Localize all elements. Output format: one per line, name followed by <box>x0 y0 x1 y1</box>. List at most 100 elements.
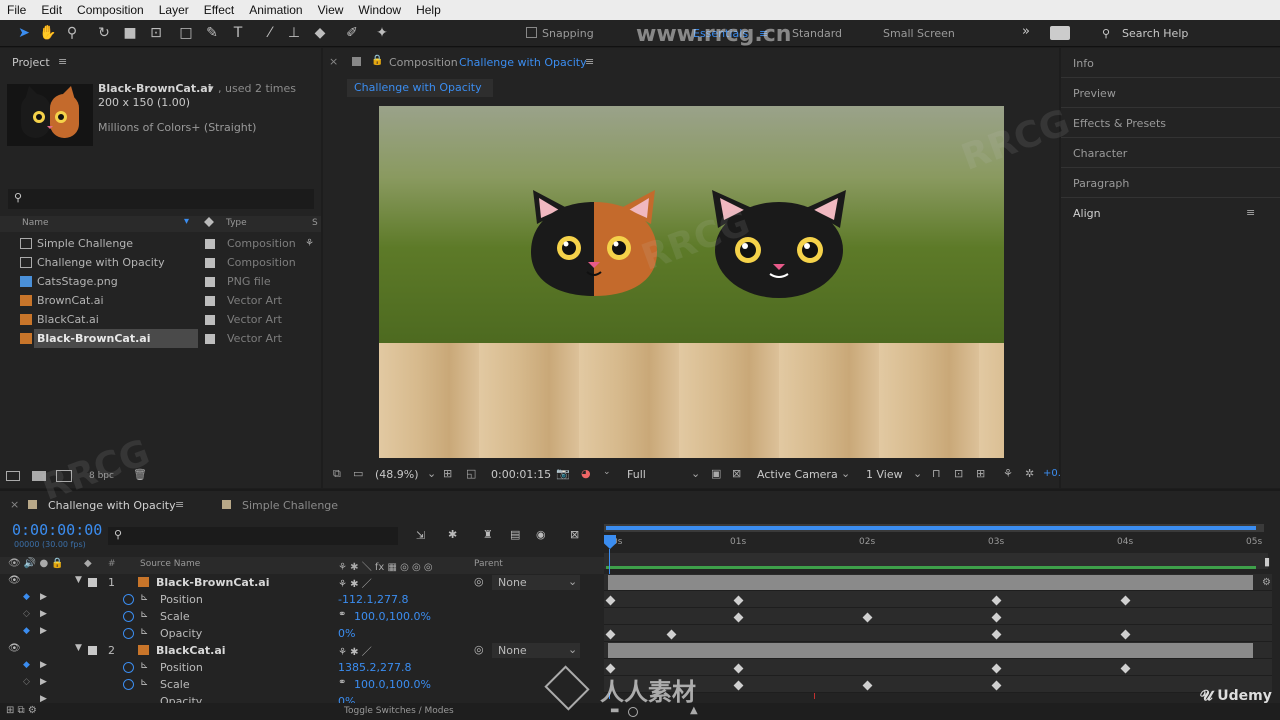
new-composition-icon[interactable] <box>56 470 72 482</box>
parent-select[interactable]: None ⌄ <box>492 643 580 658</box>
tab-challenge-with-opacity[interactable]: Challenge with Opacity <box>48 499 176 512</box>
expand-icon[interactable]: ▶ <box>40 592 47 602</box>
menu-composition[interactable]: Composition <box>70 3 152 17</box>
delete-icon[interactable]: 🗑 <box>133 468 147 481</box>
camera-tool-icon[interactable]: ■ <box>120 24 140 42</box>
flowchart-toggle-icon[interactable]: ⚘ <box>1003 467 1013 480</box>
timeline-zoom-slider[interactable] <box>628 707 638 717</box>
layer-label-swatch[interactable] <box>88 646 97 655</box>
clone-stamp-tool-icon[interactable]: ⊥ <box>284 24 304 42</box>
zoom-level[interactable]: (48.9%) <box>375 468 419 481</box>
zoom-out-icon[interactable]: ▬ <box>610 705 619 716</box>
shy-layers-icon[interactable]: ♜ <box>483 528 493 541</box>
channel-dropdown-icon[interactable]: ⌄ <box>603 467 611 477</box>
preview-panel-tab[interactable]: Preview <box>1073 87 1116 100</box>
color-channels-icon[interactable]: ◕ <box>581 467 591 480</box>
composition-viewer[interactable] <box>379 106 1004 458</box>
tab-simple-challenge[interactable]: Simple Challenge <box>242 499 338 512</box>
align-panel-menu-icon[interactable]: ≡ <box>1246 206 1255 219</box>
col-size-header[interactable]: S <box>312 218 318 228</box>
project-item[interactable]: Simple Challenge Composition ⚘ <box>0 234 321 253</box>
effects-presets-panel-tab[interactable]: Effects & Presets <box>1073 117 1166 130</box>
keyframe-navigator-icon[interactable]: ◆ <box>23 592 30 602</box>
roto-brush-tool-icon[interactable]: ✐ <box>342 24 362 42</box>
project-search-input[interactable]: ⚲ <box>8 189 314 209</box>
source-name-header[interactable]: Source Name <box>140 559 200 569</box>
panel-menu-icon[interactable]: ≡ <box>58 55 67 68</box>
menu-file[interactable]: File <box>0 3 34 17</box>
expand-icon[interactable]: ▶ <box>40 626 47 636</box>
workspace-essentials[interactable]: Essentials <box>693 27 748 40</box>
layer-row[interactable]: 👁 ▼ 2 BlackCat.ai ⚘ ✱ ／ ◎ None ⌄ <box>0 642 604 659</box>
comp-tab[interactable]: Challenge with Opacity <box>347 79 493 97</box>
property-value[interactable]: 1385.2,277.8 <box>338 661 411 674</box>
property-row[interactable]: ▶ Opacity 0% <box>0 693 604 703</box>
interpret-footage-icon[interactable] <box>6 471 20 481</box>
parent-select[interactable]: None ⌄ <box>492 575 580 590</box>
composition-mini-flowchart-icon[interactable]: ⇲ <box>416 529 425 542</box>
layer-duration-bar[interactable] <box>608 643 1253 658</box>
menu-view[interactable]: View <box>311 3 352 17</box>
layer-row[interactable]: 👁 ▼ 1 Black-BrownCat.ai ⚘ ✱ ／ ◎ None ⌄ <box>0 574 604 591</box>
project-item[interactable]: CatsStage.png PNG file <box>0 272 321 291</box>
toggle-switches-modes[interactable]: Toggle Switches / Modes <box>344 706 454 716</box>
layer-switches-icons[interactable]: ⚘ ✱ ／ <box>338 575 372 590</box>
type-tool-icon[interactable]: T <box>228 24 248 42</box>
keyframe-navigator-icon[interactable]: ◇ <box>23 677 30 687</box>
grid-icon[interactable]: ◱ <box>466 467 476 480</box>
bit-depth-label[interactable]: 8 bpc <box>89 471 114 481</box>
comp-button-icon[interactable]: ▮ <box>1264 555 1270 568</box>
menu-effect[interactable]: Effect <box>197 3 242 17</box>
snapshot-camera-icon[interactable]: 📷 <box>556 467 570 480</box>
resolution-dropdown-icon[interactable]: ⌄ <box>691 467 700 480</box>
property-value[interactable]: 0% <box>338 695 355 703</box>
workspace-menu-icon[interactable]: ≡ <box>759 27 768 40</box>
pick-whip-icon[interactable]: ◎ <box>474 643 484 656</box>
sort-icon[interactable]: ▾ <box>184 216 189 227</box>
view-dropdown-icon[interactable]: ⌄ <box>913 467 922 480</box>
property-row[interactable]: ◇ ▶ ⊾ Scale ⚭ 100.0,100.0% <box>0 676 604 693</box>
time-navigator[interactable] <box>604 553 1268 569</box>
property-row[interactable]: ◆ ▶ ⊾ Position 1385.2,277.8 <box>0 659 604 676</box>
paragraph-panel-tab[interactable]: Paragraph <box>1073 177 1129 190</box>
toggle-pixel-aspect-icon[interactable]: ⊓ <box>932 467 941 480</box>
stopwatch-icon[interactable] <box>123 679 134 690</box>
collapse-twirl-icon[interactable]: ▼ <box>75 643 82 653</box>
monitor-icon[interactable]: ▭ <box>353 467 363 480</box>
expand-icon[interactable]: ▶ <box>40 677 47 687</box>
layer-duration-bar[interactable] <box>608 575 1253 590</box>
pen-tool-icon[interactable]: ✎ <box>202 24 222 42</box>
parent-header[interactable]: Parent <box>474 559 503 569</box>
keyframe-navigator-icon[interactable]: ◆ <box>23 660 30 670</box>
puppet-tool-icon[interactable]: ✦ <box>372 24 392 42</box>
menu-window[interactable]: Window <box>351 3 409 17</box>
lock-icon[interactable]: 🔒 <box>371 55 383 66</box>
graph-icon[interactable]: ⊾ <box>140 660 148 671</box>
timeline-current-time[interactable]: 0:00:00:00 <box>12 521 102 539</box>
constrain-proportions-icon[interactable]: ⚭ <box>338 609 346 620</box>
graph-icon[interactable]: ⊾ <box>140 677 148 688</box>
selected-item-dropdown-icon[interactable]: ▾ <box>208 82 214 95</box>
layer-name[interactable]: BlackCat.ai <box>156 644 226 657</box>
visibility-eye-icon[interactable]: 👁 <box>8 575 21 586</box>
stopwatch-icon[interactable] <box>123 611 134 622</box>
stopwatch-icon[interactable] <box>123 594 134 605</box>
project-panel-title[interactable]: Project <box>12 56 50 69</box>
menu-help[interactable]: Help <box>409 3 449 17</box>
graph-icon[interactable]: ⊾ <box>140 626 148 637</box>
close-tab-icon[interactable]: × <box>329 55 338 68</box>
expand-icon[interactable]: ▶ <box>40 660 47 670</box>
expand-icon[interactable]: ▶ <box>40 694 47 703</box>
comp-panel-menu-icon[interactable]: ≡ <box>585 55 594 68</box>
zoom-dropdown-icon[interactable]: ⌄ <box>427 467 436 480</box>
transparency-grid-icon[interactable]: ⊠ <box>732 467 741 480</box>
graph-icon[interactable]: ⊾ <box>140 592 148 603</box>
workspace-overflow-icon[interactable]: » <box>1022 24 1030 39</box>
rotate-tool-icon[interactable]: ↻ <box>94 24 114 42</box>
keyframe-navigator-icon[interactable]: ◆ <box>23 626 30 636</box>
stopwatch-icon[interactable] <box>123 662 134 673</box>
zoom-tool-icon[interactable]: ⚲ <box>62 24 82 42</box>
col-name-header[interactable]: Name <box>22 218 49 228</box>
eraser-tool-icon[interactable]: ◆ <box>310 24 330 42</box>
snapping-checkbox[interactable] <box>526 27 537 38</box>
